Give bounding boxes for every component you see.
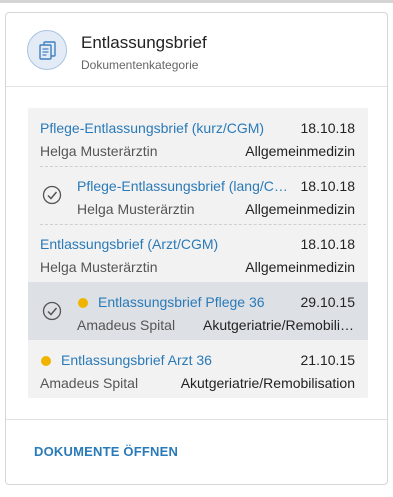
document-department: Akutgeriatrie/Remobilisation <box>180 375 355 391</box>
new-document-dot-icon <box>41 356 51 366</box>
document-name[interactable]: Entlassungsbrief Pflege 36 <box>98 294 290 310</box>
document-date: 18.10.18 <box>300 236 356 252</box>
document-author: Amadeus Spital <box>40 375 139 391</box>
open-documents-button[interactable]: DOKUMENTE ÖFFNEN <box>34 444 178 459</box>
header-divider <box>6 86 387 87</box>
checked-circle-icon <box>42 185 62 205</box>
document-department: Akutgeriatrie/Remobilisation <box>203 317 355 333</box>
document-date: 21.10.15 <box>300 352 356 368</box>
document-category-card: Entlassungsbrief Dokumentenkategorie Pfl… <box>5 12 388 485</box>
document-row[interactable]: Entlassungsbrief Arzt 36 21.10.15 Amadeu… <box>28 340 368 398</box>
document-row[interactable]: Pflege-Entlassungsbrief (lang/CGM) 18.10… <box>28 166 368 224</box>
top-border <box>0 0 393 3</box>
document-author: Amadeus Spital <box>77 317 176 333</box>
document-list: Pflege-Entlassungsbrief (kurz/CGM) 18.10… <box>28 108 368 398</box>
document-name[interactable]: Entlassungsbrief Arzt 36 <box>61 352 291 368</box>
new-document-dot-icon <box>78 298 88 308</box>
document-name[interactable]: Pflege-Entlassungsbrief (lang/CGM) <box>77 178 291 194</box>
document-department: Allgemeinmedizin <box>245 201 355 217</box>
document-author: Helga Musterärztin <box>77 201 195 217</box>
document-date: 18.10.18 <box>300 120 356 136</box>
document-row[interactable]: Pflege-Entlassungsbrief (kurz/CGM) 18.10… <box>28 108 368 166</box>
document-date: 29.10.15 <box>300 294 356 310</box>
card-header: Entlassungsbrief Dokumentenkategorie <box>6 13 387 86</box>
document-author: Helga Musterärztin <box>40 143 158 159</box>
document-department: Allgemeinmedizin <box>245 143 355 159</box>
document-name[interactable]: Pflege-Entlassungsbrief (kurz/CGM) <box>40 120 280 136</box>
document-name[interactable]: Entlassungsbrief (Arzt/CGM) <box>40 236 280 252</box>
document-row[interactable]: Entlassungsbrief (Arzt/CGM) 18.10.18 Hel… <box>28 224 368 282</box>
footer-divider <box>6 419 387 420</box>
document-author: Helga Musterärztin <box>40 259 158 275</box>
document-row-selected[interactable]: Entlassungsbrief Pflege 36 29.10.15 Amad… <box>28 282 368 340</box>
document-department: Allgemeinmedizin <box>245 259 355 275</box>
card-subtitle: Dokumentenkategorie <box>81 58 199 72</box>
card-title: Entlassungsbrief <box>81 33 207 52</box>
checked-circle-icon <box>42 301 62 321</box>
document-stack-icon <box>27 30 67 70</box>
document-date: 18.10.18 <box>300 178 356 194</box>
